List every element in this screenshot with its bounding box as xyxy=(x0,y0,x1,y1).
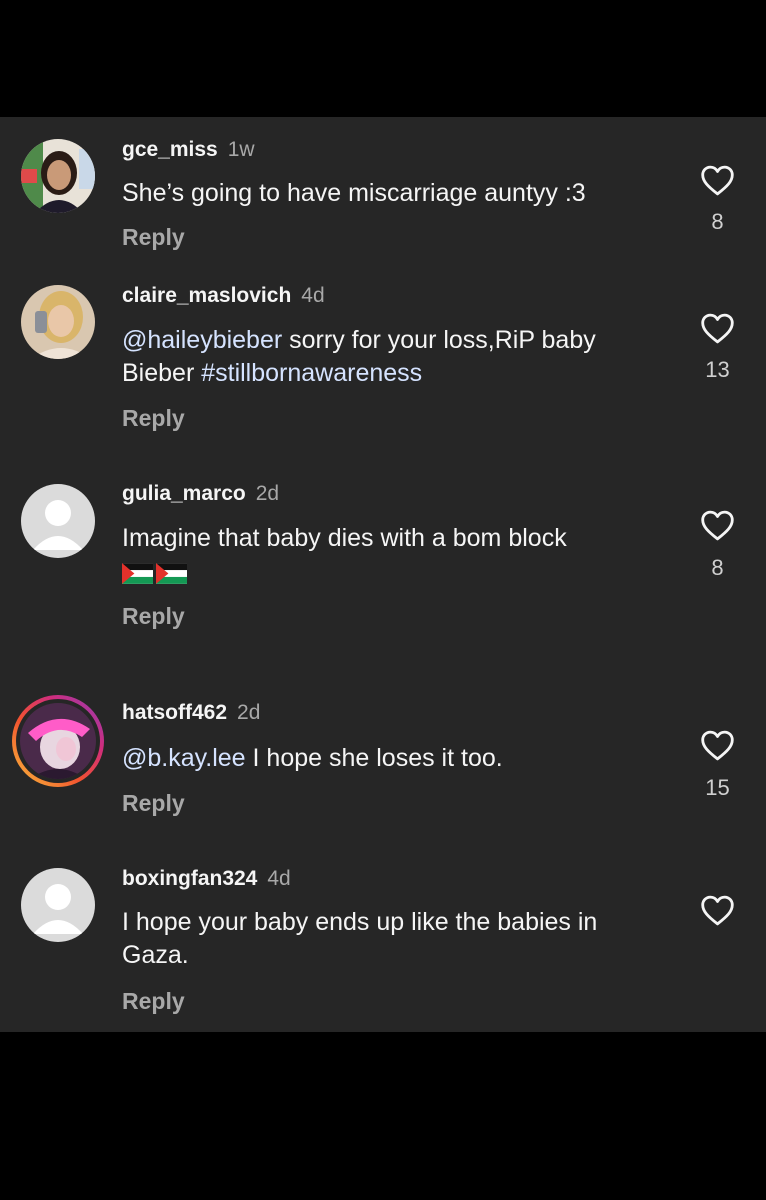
heart-icon[interactable] xyxy=(700,165,735,196)
comment-text-body: I hope she loses it too. xyxy=(245,744,503,772)
comment-text: I hope your baby ends up like the babies… xyxy=(122,906,667,972)
avatar[interactable] xyxy=(21,285,95,359)
palestine-flag-icon xyxy=(156,562,187,584)
timestamp: 1w xyxy=(227,138,255,161)
heart-icon[interactable] xyxy=(700,510,735,541)
comment-text: @b.kay.lee I hope she loses it too. xyxy=(122,742,682,775)
username[interactable]: gce_miss xyxy=(122,138,218,161)
avatar[interactable] xyxy=(21,868,95,942)
username[interactable]: claire_maslovich xyxy=(122,284,291,307)
avatar[interactable] xyxy=(12,695,104,787)
comment-text: She’s going to have miscarriage auntyy :… xyxy=(122,177,682,210)
reply-button[interactable]: Reply xyxy=(122,789,185,817)
comment-text-body: I hope your baby ends up like the babies… xyxy=(122,908,598,969)
reply-button[interactable]: Reply xyxy=(122,404,185,432)
username[interactable]: hatsoff462 xyxy=(122,701,227,724)
comment-item: claire_maslovich 4d @haileybieber sorry f… xyxy=(0,267,766,467)
mention-link[interactable]: @haileybieber xyxy=(122,326,282,354)
comment-item: gulia_marco 2d Imagine that baby dies wit… xyxy=(0,467,766,687)
timestamp: 4d xyxy=(301,284,325,307)
comment-item: hatsoff462 2d @b.kay.lee I hope she loses… xyxy=(0,687,766,862)
avatar-image xyxy=(20,703,96,779)
like-count: 15 xyxy=(705,775,730,800)
username[interactable]: gulia_marco xyxy=(122,482,246,505)
reply-button[interactable]: Reply xyxy=(122,223,185,251)
heart-icon[interactable] xyxy=(700,313,735,344)
avatar[interactable] xyxy=(21,484,95,558)
username[interactable]: boxingfan324 xyxy=(122,867,257,890)
like-count: 8 xyxy=(711,209,724,234)
heart-icon[interactable] xyxy=(700,895,735,926)
comment-text: Imagine that baby dies with a bom block xyxy=(122,522,682,589)
heart-icon[interactable] xyxy=(700,730,735,761)
comment-item: gce_miss 1w She’s going to have miscarria… xyxy=(0,117,766,267)
emoji-group xyxy=(122,556,190,589)
avatar[interactable] xyxy=(21,139,95,213)
comment-item: boxingfan324 4d I hope your baby ends up … xyxy=(0,862,766,1032)
hashtag-link[interactable]: #stillbornawareness xyxy=(201,359,422,387)
timestamp: 2d xyxy=(255,482,280,505)
mention-link[interactable]: @b.kay.lee xyxy=(122,744,246,772)
comments-panel: gce_miss 1w She’s going to have miscarria… xyxy=(0,117,766,1032)
palestine-flag-icon xyxy=(122,562,153,584)
like-count: 13 xyxy=(705,357,730,382)
story-ring xyxy=(16,699,100,783)
timestamp: 2d xyxy=(237,701,261,724)
like-count: 8 xyxy=(711,555,724,580)
comment-text: @haileybieber sorry for your loss,RiP ba… xyxy=(122,324,662,390)
reply-button[interactable]: Reply xyxy=(122,987,185,1015)
comment-text-body: Imagine that baby dies with a bom block xyxy=(122,524,567,552)
timestamp: 4d xyxy=(267,867,291,890)
comment-text-body: She’s going to have miscarriage auntyy :… xyxy=(122,179,586,207)
reply-button[interactable]: Reply xyxy=(122,602,185,630)
